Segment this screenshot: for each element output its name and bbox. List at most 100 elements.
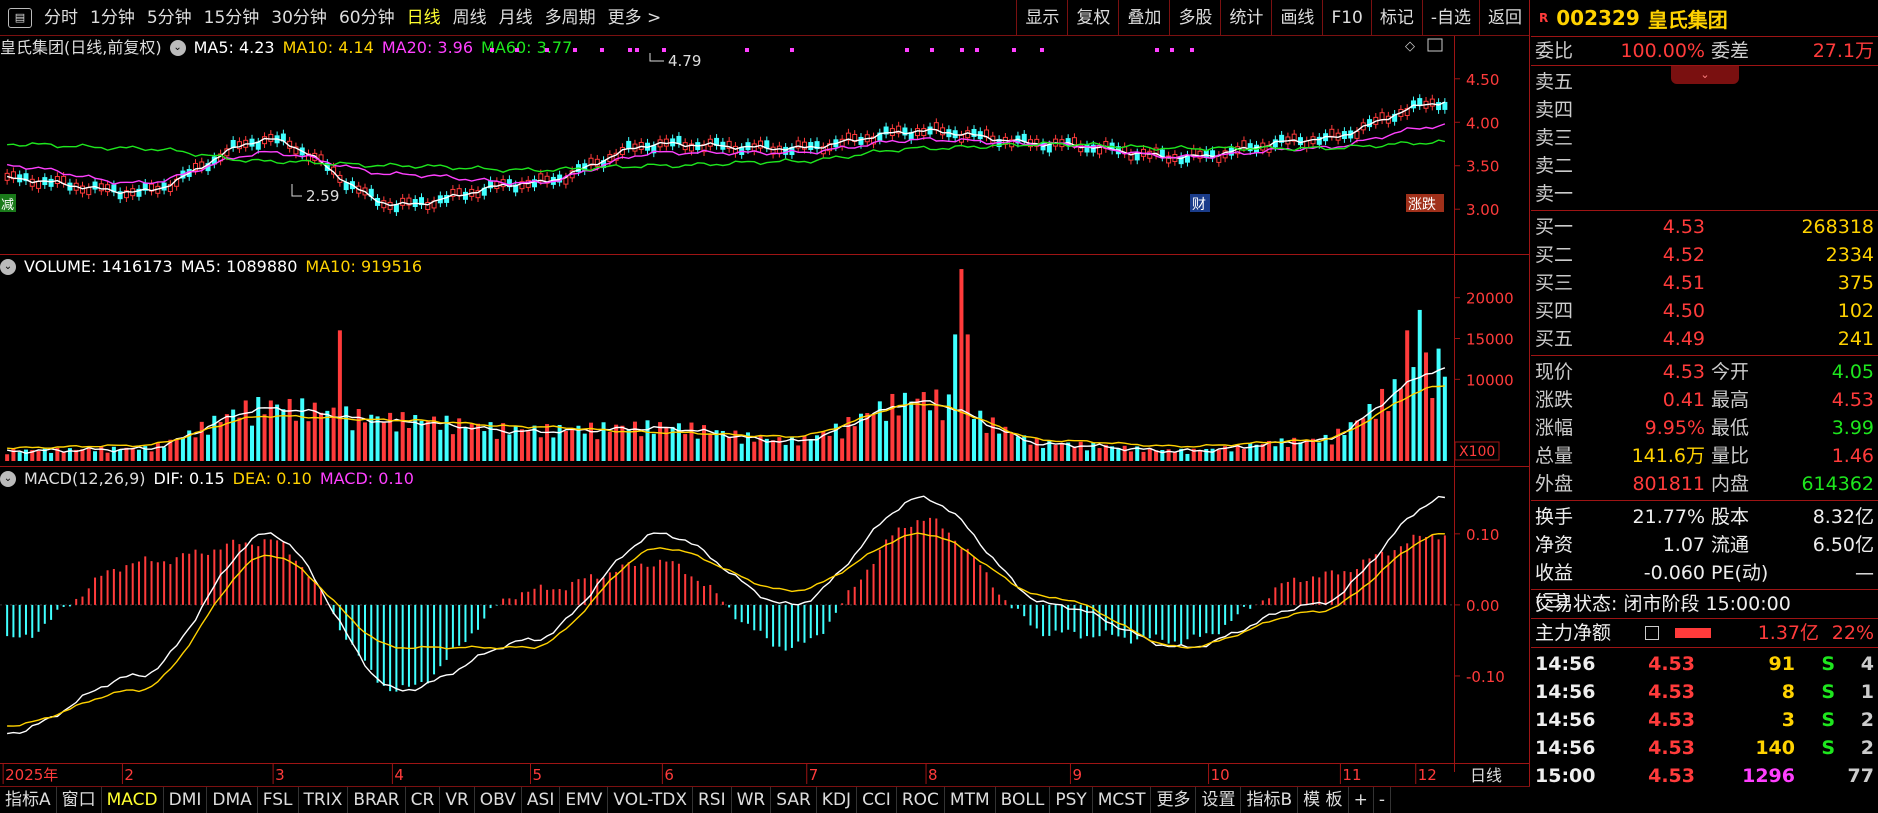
candlestick — [783, 143, 789, 159]
volume-bar — [1047, 441, 1052, 461]
candlestick — [1442, 98, 1448, 114]
dea-line — [7, 532, 1445, 727]
tick-count: 1 — [1860, 681, 1874, 703]
net-flow-icon[interactable] — [1645, 626, 1659, 640]
indicator-tab[interactable]: ASI — [522, 787, 561, 813]
period-tab[interactable]: 5分钟 — [141, 0, 198, 36]
collapse-icon[interactable]: ⌄ — [1671, 66, 1739, 84]
indicator-tab[interactable]: 指标A — [0, 787, 57, 813]
candlestick — [431, 196, 437, 213]
indicator-tab[interactable]: TRIX — [299, 787, 349, 813]
period-tab[interactable]: 周线 — [447, 0, 493, 36]
volume-bar — [971, 419, 976, 461]
tool-button[interactable]: 画线 — [1271, 0, 1322, 36]
indicator-tab[interactable]: 窗口 — [57, 787, 102, 813]
indicator-tab[interactable]: DMA — [207, 787, 258, 813]
tool-button[interactable]: -自选 — [1421, 0, 1479, 36]
indicator-tab[interactable]: 指标B — [1241, 787, 1299, 813]
indicator-tab[interactable]: - — [1374, 787, 1391, 813]
candlestick — [801, 137, 807, 154]
indicator-tab[interactable]: WR — [732, 787, 772, 813]
candlestick — [1178, 152, 1184, 169]
indicator-tab[interactable]: DMI — [164, 787, 208, 813]
volume-bar — [17, 452, 22, 461]
indicator-tab[interactable]: BRAR — [348, 787, 406, 813]
indicator-tab[interactable]: + — [1349, 787, 1374, 813]
ma-line — [7, 139, 1446, 173]
indicator-tab[interactable]: FSL — [258, 787, 299, 813]
volume-bar — [532, 425, 537, 461]
period-tab[interactable]: 1分钟 — [84, 0, 141, 36]
volume-bar — [953, 334, 958, 461]
candlestick — [92, 177, 98, 194]
indicator-tab[interactable]: VR — [440, 787, 475, 813]
candlestick — [588, 153, 594, 170]
period-tab[interactable]: 多周期 — [539, 0, 602, 36]
price-chart[interactable]: 4.50 4.00 3.50 3.00 4.79 2.59 减 财 涨跌 ◇ — [0, 36, 1530, 254]
period-tab[interactable]: 月线 — [493, 0, 539, 36]
period-tab[interactable]: 30分钟 — [265, 0, 333, 36]
window-icon[interactable] — [1427, 38, 1443, 52]
tool-button[interactable]: 叠加 — [1118, 0, 1169, 36]
stock-name[interactable]: 皇氏集团 — [1648, 4, 1728, 33]
indicator-tab[interactable]: PSY — [1050, 787, 1093, 813]
stat-label: 最低 — [1711, 417, 1750, 439]
volume-bar — [1147, 447, 1152, 461]
indicator-tab[interactable]: BOLL — [996, 787, 1051, 813]
tool-button[interactable]: F10 — [1322, 0, 1370, 36]
tool-button[interactable]: 多股 — [1169, 0, 1220, 36]
candlestick — [117, 187, 123, 204]
tool-button[interactable]: 返回 — [1479, 0, 1530, 36]
volume-bar — [708, 433, 713, 461]
indicator-tab[interactable]: 设置 — [1196, 787, 1242, 813]
indicator-tab[interactable]: MCST — [1093, 787, 1152, 813]
period-tab[interactable]: 15分钟 — [198, 0, 266, 36]
volume-bar — [111, 446, 116, 461]
indicator-tab[interactable]: EMV — [560, 787, 609, 813]
candlestick — [795, 136, 801, 153]
volume-bar — [406, 427, 411, 461]
volume-bar — [676, 423, 681, 461]
period-tab[interactable]: 日线 — [401, 0, 447, 36]
x-tick-label: 2025年 — [5, 766, 58, 784]
tool-button[interactable]: 显示 — [1016, 0, 1067, 36]
tool-button[interactable]: 复权 — [1067, 0, 1118, 36]
macd-chart[interactable]: 0.10 0.00 -0.10 — [0, 467, 1530, 763]
volume-bar — [476, 423, 481, 461]
indicator-tab[interactable]: 更多 — [1151, 787, 1197, 813]
indicator-tab[interactable]: MTM — [945, 787, 996, 813]
indicator-tab[interactable]: ROC — [897, 787, 945, 813]
period-tab[interactable]: 分时 — [38, 0, 84, 36]
indicator-tab[interactable]: SAR — [771, 787, 817, 813]
volume-bar — [695, 438, 700, 461]
tick-price: 4.53 — [1648, 681, 1695, 703]
period-tab[interactable]: 60分钟 — [333, 0, 401, 36]
volume-chart[interactable]: 20000 15000 10000 X100 — [0, 255, 1530, 466]
menu-icon[interactable]: ▤ — [8, 7, 32, 28]
indicator-tab[interactable]: CR — [406, 787, 441, 813]
volume-bar — [984, 432, 989, 461]
volume-bar — [394, 431, 399, 461]
sell-level-label: 卖三 — [1535, 127, 1574, 149]
tool-button[interactable]: 统计 — [1220, 0, 1271, 36]
volume-bar — [783, 444, 788, 461]
tick-side: S — [1821, 653, 1835, 675]
candlestick — [142, 178, 148, 195]
trade-status-text: 交易状态: 闭市阶段 15:00:00 — [1535, 593, 1791, 615]
badge-right-text: 涨跌 — [1408, 197, 1436, 213]
indicator-tab[interactable]: 模 板 — [1298, 787, 1349, 813]
indicator-tab[interactable]: MACD — [102, 787, 164, 813]
diamond-icon[interactable]: ◇ — [1405, 39, 1415, 54]
tool-button[interactable]: 标记 — [1370, 0, 1422, 36]
indicator-tab[interactable]: OBV — [475, 787, 522, 813]
candlestick — [764, 136, 770, 153]
indicator-tab[interactable]: VOL-TDX — [608, 787, 693, 813]
indicator-tab[interactable]: KDJ — [817, 787, 858, 813]
weicha-label: 委差 — [1711, 40, 1750, 62]
tick-list[interactable]: 14:56 4.53 91 S 4 14:56 4.53 8 S 1 14:56 4.53 3 S 2 14:… — [1531, 648, 1878, 792]
candlestick — [1147, 146, 1153, 163]
candlestick — [506, 175, 512, 191]
period-tab[interactable]: 更多 > — [602, 0, 668, 36]
indicator-tab[interactable]: CCI — [857, 787, 897, 813]
indicator-tab[interactable]: RSI — [693, 787, 732, 813]
